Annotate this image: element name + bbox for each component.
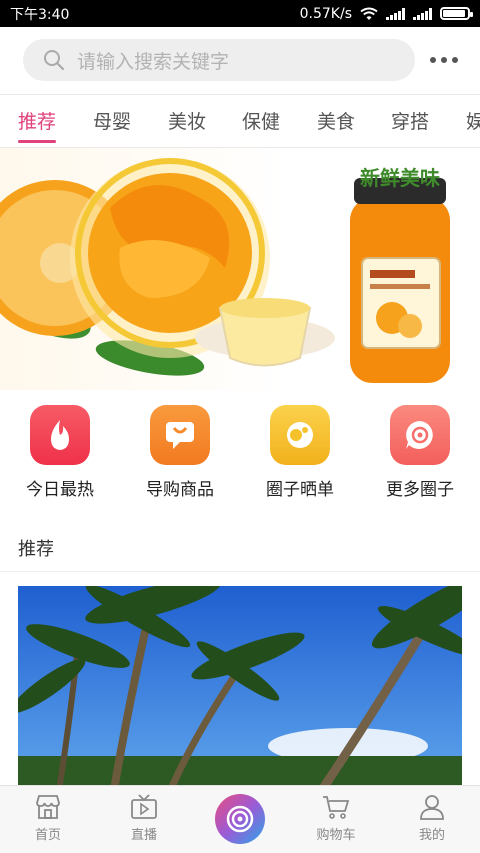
circle-share-icon [270,405,330,465]
tab-health[interactable]: 保健 [242,107,280,134]
nav-label-cart: 购物车 [316,828,356,843]
quick-menu: 今日最热 导购商品 圈子晒单 更多圈子 [0,390,480,508]
battery-icon [440,7,473,20]
quick-label-shopping: 导购商品 [146,480,214,500]
tab-recommend[interactable]: 推荐 [18,107,57,143]
store-icon [36,795,60,819]
chat-ring-icon [390,405,450,465]
tab-baby[interactable]: 母婴 [93,107,131,134]
tab-fashion[interactable]: 穿搭 [391,107,429,134]
nav-label-profile: 我的 [418,828,445,843]
nav-profile[interactable]: 我的 [384,794,480,843]
signal-icon [386,7,405,20]
palm-beach-image [18,586,462,796]
feed-image[interactable] [18,586,462,796]
tab-entertainment[interactable]: 娱 [466,107,480,134]
quick-item-hot[interactable]: 今日最热 [0,405,120,500]
nav-live[interactable]: 直播 [96,794,192,843]
cart-icon [323,796,350,819]
section-header: 推荐 [0,522,480,572]
status-time: 下午3:40 [10,6,70,23]
status-right: 0.57K/s [299,5,473,22]
status-bar: 下午3:40 0.57K/s [0,0,480,27]
quick-item-share[interactable]: 圈子晒单 [240,405,360,500]
nav-label-live: 直播 [130,828,157,843]
promo-banner[interactable]: 新鲜美味 [0,148,480,390]
search-icon [44,50,65,71]
nav-home[interactable]: 首页 [0,794,96,843]
nav-cart[interactable]: 购物车 [288,794,384,843]
quick-label-hot: 今日最热 [26,480,94,500]
tab-food[interactable]: 美食 [317,107,355,134]
center-ring-button[interactable] [215,794,265,844]
quick-label-share: 圈子晒单 [266,480,334,500]
nav-label-home: 首页 [34,828,61,843]
net-speed: 0.57K/s [299,5,352,22]
signal-icon-2 [413,7,432,20]
wifi-icon [360,7,378,20]
user-icon [420,795,444,820]
search-input[interactable]: 请输入搜索关键字 [23,39,415,81]
quick-item-shopping[interactable]: 导购商品 [120,405,240,500]
tv-play-icon [131,794,157,819]
category-tabs: 推荐 母婴 美妆 保健 美食 穿搭 娱 [0,94,480,148]
banner-title: 新鲜美味 [360,166,440,190]
more-dots-icon [430,57,436,63]
center-ring-icon [226,805,254,833]
section-title: 推荐 [18,539,54,560]
bottom-nav: 首页 直播 购物车 我的 [0,785,480,853]
quick-item-more-circles[interactable]: 更多圈子 [360,405,480,500]
flame-icon [30,405,90,465]
shopping-bag-icon [150,405,210,465]
tab-beauty[interactable]: 美妆 [168,107,206,134]
search-bar: 请输入搜索关键字 [0,27,480,93]
more-menu-button[interactable] [430,57,458,63]
app-screen: 下午3:40 0.57K/s 请输入搜索关键字 推荐 母婴 美妆 保健 美食 穿… [0,0,480,853]
search-placeholder: 请输入搜索关键字 [77,50,230,73]
quick-label-more-circles: 更多圈子 [386,480,454,500]
